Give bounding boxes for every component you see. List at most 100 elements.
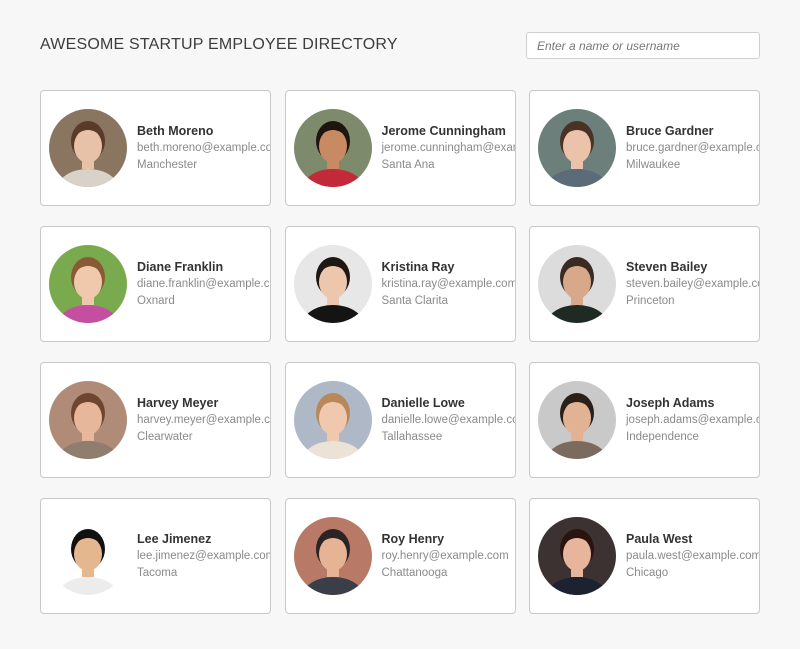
avatar-face bbox=[563, 265, 591, 299]
avatar-face bbox=[74, 537, 102, 571]
avatar-photo bbox=[538, 245, 616, 323]
employee-city: Independence bbox=[626, 431, 699, 443]
avatar-face bbox=[318, 401, 347, 435]
employee-card[interactable]: Danielle Lowe danielle.lowe@example.com … bbox=[284, 362, 516, 478]
employee-email: lee.jimenez@example.com bbox=[137, 550, 271, 562]
employee-city: Santa Clarita bbox=[381, 295, 448, 307]
avatar-photo bbox=[49, 109, 127, 187]
employee-email: beth.moreno@example.com bbox=[137, 142, 271, 154]
employee-info: Joseph Adams joseph.adams@example.com In… bbox=[626, 395, 759, 445]
employee-email: kristina.ray@example.com bbox=[381, 278, 516, 290]
employee-email: paula.west@example.com bbox=[626, 550, 760, 562]
employee-card[interactable]: Harvey Meyer harvey.meyer@example.com Cl… bbox=[40, 362, 271, 478]
employee-email: jerome.cunningham@example.com bbox=[381, 142, 515, 154]
employee-info: Lee Jimenez lee.jimenez@example.com Taco… bbox=[137, 531, 271, 581]
avatar bbox=[49, 517, 127, 595]
employee-name: Diane Franklin bbox=[137, 260, 224, 274]
employee-card[interactable]: Joseph Adams joseph.adams@example.com In… bbox=[529, 362, 760, 478]
employee-city: Tallahassee bbox=[381, 431, 443, 443]
avatar-face bbox=[318, 537, 347, 571]
avatar-photo bbox=[49, 517, 127, 595]
employee-name: Bruce Gardner bbox=[626, 124, 714, 138]
page-title: AWESOME STARTUP EMPLOYEE DIRECTORY bbox=[40, 36, 398, 53]
employee-info: Kristina Ray kristina.ray@example.com Sa… bbox=[381, 259, 516, 309]
employee-name: Lee Jimenez bbox=[137, 532, 212, 546]
avatar-face bbox=[74, 265, 102, 299]
page-header: AWESOME STARTUP EMPLOYEE DIRECTORY bbox=[40, 30, 760, 60]
avatar bbox=[49, 109, 127, 187]
employee-email: diane.franklin@example.com bbox=[137, 278, 271, 290]
employee-city: Princeton bbox=[626, 295, 675, 307]
employee-grid: Beth Moreno beth.moreno@example.com Manc… bbox=[40, 90, 760, 614]
employee-email: roy.henry@example.com bbox=[381, 550, 509, 562]
avatar-face bbox=[563, 129, 591, 163]
employee-email: bruce.gardner@example.com bbox=[626, 142, 759, 154]
avatar-face bbox=[318, 129, 347, 163]
avatar-photo bbox=[538, 109, 616, 187]
employee-name: Paula West bbox=[626, 532, 693, 546]
employee-email: steven.bailey@example.com bbox=[626, 278, 760, 290]
search-input[interactable] bbox=[526, 32, 760, 59]
employee-name: Harvey Meyer bbox=[137, 396, 219, 410]
employee-card[interactable]: Roy Henry roy.henry@example.com Chattano… bbox=[284, 498, 516, 614]
employee-city: Manchester bbox=[137, 159, 198, 171]
avatar bbox=[538, 381, 616, 459]
avatar-face bbox=[563, 537, 591, 571]
employee-card[interactable]: Diane Franklin diane.franklin@example.co… bbox=[40, 226, 271, 342]
employee-card[interactable]: Lee Jimenez lee.jimenez@example.com Taco… bbox=[40, 498, 271, 614]
employee-card[interactable]: Kristina Ray kristina.ray@example.com Sa… bbox=[284, 226, 516, 342]
avatar-photo bbox=[293, 381, 372, 459]
avatar-photo bbox=[538, 381, 616, 459]
avatar-photo bbox=[293, 109, 372, 187]
employee-info: Roy Henry roy.henry@example.com Chattano… bbox=[382, 531, 509, 581]
employee-card[interactable]: Jerome Cunningham jerome.cunningham@exam… bbox=[284, 90, 516, 206]
employee-email: danielle.lowe@example.com bbox=[381, 414, 516, 426]
avatar bbox=[49, 245, 127, 323]
employee-name: Beth Moreno bbox=[137, 124, 214, 138]
employee-card[interactable]: Bruce Gardner bruce.gardner@example.com … bbox=[529, 90, 760, 206]
employee-name: Steven Bailey bbox=[626, 260, 708, 274]
employee-name: Kristina Ray bbox=[381, 260, 455, 274]
avatar-face bbox=[74, 401, 102, 435]
avatar-face bbox=[318, 265, 347, 299]
employee-city: Oxnard bbox=[137, 295, 175, 307]
avatar bbox=[538, 517, 616, 595]
employee-info: Danielle Lowe danielle.lowe@example.com … bbox=[381, 395, 516, 445]
employee-info: Steven Bailey steven.bailey@example.com … bbox=[626, 259, 760, 309]
employee-info: Diane Franklin diane.franklin@example.co… bbox=[137, 259, 271, 309]
employee-card[interactable]: Paula West paula.west@example.com Chicag… bbox=[529, 498, 760, 614]
avatar bbox=[293, 109, 372, 187]
avatar bbox=[293, 245, 372, 323]
avatar bbox=[293, 381, 372, 459]
employee-info: Beth Moreno beth.moreno@example.com Manc… bbox=[137, 123, 271, 173]
avatar bbox=[49, 381, 127, 459]
avatar-face bbox=[563, 401, 591, 435]
avatar-photo bbox=[293, 517, 372, 595]
employee-name: Joseph Adams bbox=[626, 396, 715, 410]
employee-card[interactable]: Beth Moreno beth.moreno@example.com Manc… bbox=[40, 90, 271, 206]
employee-city: Tacoma bbox=[137, 567, 178, 579]
employee-city: Chattanooga bbox=[381, 567, 448, 579]
employee-info: Harvey Meyer harvey.meyer@example.com Cl… bbox=[137, 395, 271, 445]
avatar-photo bbox=[538, 517, 616, 595]
employee-name: Danielle Lowe bbox=[381, 396, 465, 410]
avatar-photo bbox=[49, 245, 127, 323]
avatar-face bbox=[74, 129, 102, 163]
employee-info: Jerome Cunningham jerome.cunningham@exam… bbox=[381, 123, 515, 173]
avatar bbox=[293, 517, 372, 595]
avatar bbox=[538, 109, 616, 187]
employee-info: Bruce Gardner bruce.gardner@example.com … bbox=[626, 123, 759, 173]
employee-info: Paula West paula.west@example.com Chicag… bbox=[626, 531, 760, 581]
employee-card[interactable]: Steven Bailey steven.bailey@example.com … bbox=[529, 226, 760, 342]
avatar-photo bbox=[49, 381, 127, 459]
avatar-photo bbox=[293, 245, 372, 323]
employee-email: harvey.meyer@example.com bbox=[137, 414, 271, 426]
employee-city: Santa Ana bbox=[381, 159, 435, 171]
employee-city: Chicago bbox=[626, 567, 669, 579]
employee-name: Roy Henry bbox=[381, 532, 445, 546]
employee-name: Jerome Cunningham bbox=[381, 124, 506, 138]
employee-email: joseph.adams@example.com bbox=[626, 414, 759, 426]
employee-city: Clearwater bbox=[137, 431, 193, 443]
employee-city: Milwaukee bbox=[626, 159, 681, 171]
avatar bbox=[538, 245, 616, 323]
